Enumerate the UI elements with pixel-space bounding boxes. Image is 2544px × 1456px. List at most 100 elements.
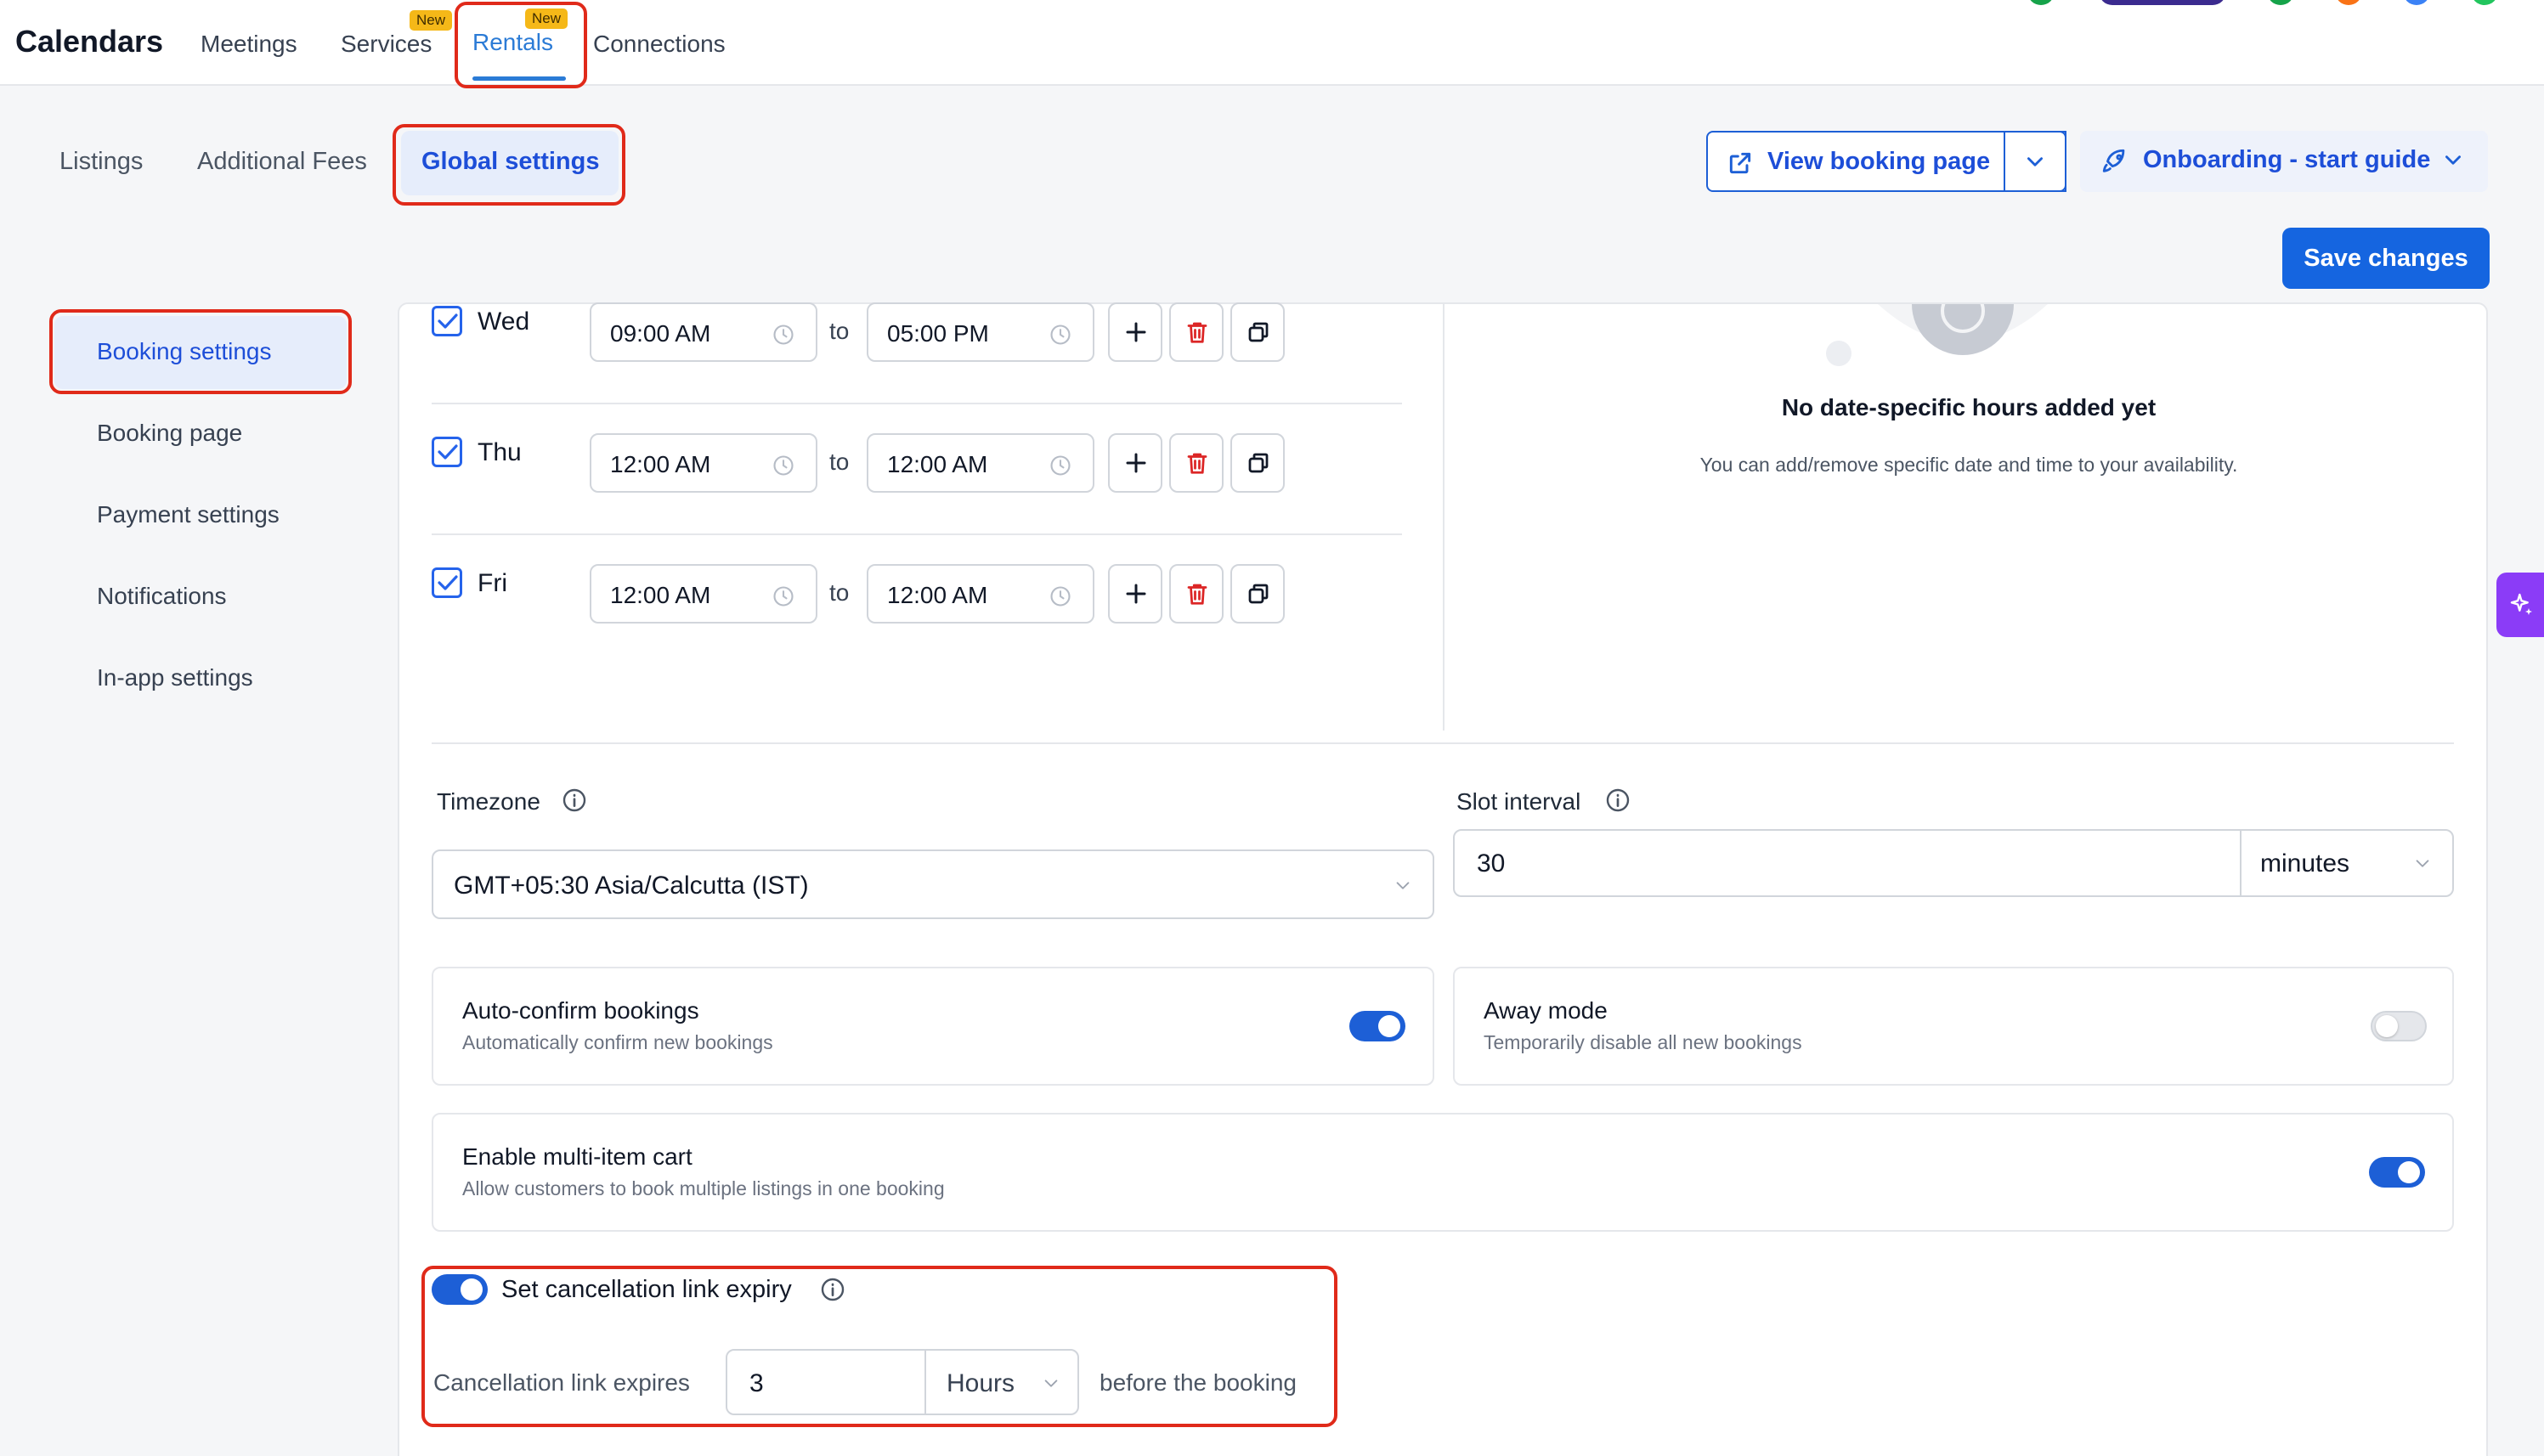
toggle-knob <box>1378 1015 1400 1037</box>
avatar[interactable] <box>2335 0 2362 5</box>
onboarding-guide-button[interactable]: Onboarding - start guide <box>2080 131 2488 192</box>
add-time-slot-button[interactable] <box>1108 433 1162 493</box>
onboarding-guide-label: Onboarding - start guide <box>2143 146 2431 173</box>
end-time-input-thu[interactable]: 12:00 AM <box>867 433 1094 493</box>
info-icon[interactable] <box>561 787 588 814</box>
timezone-value: GMT+05:30 Asia/Calcutta (IST) <box>454 872 809 900</box>
away-mode-card: Away mode Temporarily disable all new bo… <box>1453 967 2454 1086</box>
sidebar-item-notifications[interactable]: Notifications <box>97 583 227 610</box>
sidebar-item-in-app-settings[interactable]: In-app settings <box>97 664 253 691</box>
copy-time-slot-button[interactable] <box>1230 564 1285 624</box>
clock-icon <box>1050 324 1071 345</box>
calendar-empty-illustration <box>1826 304 2048 366</box>
copy-icon <box>1248 322 1269 342</box>
copy-time-slot-button[interactable] <box>1230 433 1285 493</box>
delete-time-slot-button[interactable] <box>1169 302 1224 362</box>
multi-item-cart-card: Enable multi-item cart Allow customers t… <box>432 1113 2454 1232</box>
sidebar-item-booking-page[interactable]: Booking page <box>97 420 242 447</box>
slot-interval-unit-select[interactable]: minutes <box>2240 829 2454 897</box>
to-label: to <box>829 449 850 475</box>
chevron-down-icon <box>2445 155 2461 165</box>
day-checkbox-thu[interactable] <box>432 437 462 467</box>
highlight-box <box>421 1266 1337 1427</box>
day-label-wed: Wed <box>478 308 530 336</box>
copy-time-slot-button[interactable] <box>1230 302 1285 362</box>
avatar[interactable] <box>2403 0 2430 5</box>
trash-icon <box>1187 453 1207 474</box>
clock-icon <box>773 455 794 476</box>
avatar[interactable] <box>2471 0 2498 5</box>
away-mode-toggle[interactable] <box>2371 1011 2427 1041</box>
external-link-icon <box>1729 152 1751 174</box>
avatar[interactable] <box>2267 0 2294 5</box>
chevron-down-icon <box>2027 157 2043 166</box>
view-booking-page-label: View booking page <box>1767 148 1991 175</box>
ai-assistant-button[interactable] <box>2496 573 2544 637</box>
trash-icon <box>1187 584 1207 605</box>
add-time-slot-button[interactable] <box>1108 302 1162 362</box>
clock-icon <box>1050 586 1071 607</box>
start-time-input-fri[interactable]: 12:00 AM <box>590 564 817 624</box>
row-divider <box>432 403 1402 404</box>
end-time-input-wed[interactable]: 05:00 PM <box>867 302 1094 362</box>
start-time-input-wed[interactable]: 09:00 AM <box>590 302 817 362</box>
day-label-fri: Fri <box>478 569 507 597</box>
highlight-box <box>49 309 352 394</box>
clock-icon <box>773 324 794 345</box>
tab-listings[interactable]: Listings <box>59 148 143 176</box>
top-navigation-bar: Calendars Meetings Services New Rentals … <box>0 0 2544 86</box>
day-checkbox-wed[interactable] <box>432 306 462 336</box>
add-time-slot-button[interactable] <box>1108 564 1162 624</box>
avatar[interactable] <box>2027 0 2055 5</box>
plus-icon <box>1126 584 1146 604</box>
start-time-value: 12:00 AM <box>610 582 711 608</box>
slot-interval-unit: minutes <box>2260 849 2350 878</box>
view-booking-dropdown-button[interactable] <box>2004 131 2066 192</box>
toggle-knob <box>2398 1161 2420 1183</box>
nav-meetings[interactable]: Meetings <box>201 31 297 58</box>
away-mode-description: Temporarily disable all new bookings <box>1484 1031 1802 1053</box>
check-icon <box>438 575 458 590</box>
start-time-input-thu[interactable]: 12:00 AM <box>590 433 817 493</box>
section-divider <box>1443 304 1444 731</box>
auto-confirm-toggle[interactable] <box>1349 1011 1405 1041</box>
clock-icon <box>773 586 794 607</box>
info-icon[interactable] <box>1604 787 1631 814</box>
day-checkbox-fri[interactable] <box>432 567 462 598</box>
plus-icon <box>1126 453 1146 473</box>
multi-item-cart-toggle[interactable] <box>2369 1157 2425 1188</box>
to-label: to <box>829 579 850 606</box>
timezone-label: Timezone <box>437 788 540 815</box>
app-title: Calendars <box>15 24 164 59</box>
away-mode-title: Away mode <box>1484 997 1608 1024</box>
delete-time-slot-button[interactable] <box>1169 564 1224 624</box>
slot-interval-value: 30 <box>1477 849 1506 878</box>
timezone-select[interactable]: GMT+05:30 Asia/Calcutta (IST) <box>432 849 1434 919</box>
copy-icon <box>1248 453 1269 473</box>
day-label-thu: Thu <box>478 438 522 466</box>
copy-icon <box>1248 584 1269 604</box>
multi-item-cart-description: Allow customers to book multiple listing… <box>462 1177 945 1199</box>
check-icon <box>438 313 458 329</box>
multi-item-cart-title: Enable multi-item cart <box>462 1143 693 1170</box>
section-divider <box>432 742 2454 744</box>
end-time-value: 05:00 PM <box>887 320 989 347</box>
rocket-icon <box>2102 149 2125 172</box>
slot-interval-input[interactable]: 30 <box>1453 829 2243 897</box>
highlight-box <box>393 124 625 206</box>
sidebar-item-payment-settings[interactable]: Payment settings <box>97 501 280 528</box>
tab-additional-fees[interactable]: Additional Fees <box>197 148 367 176</box>
chevron-down-icon <box>1396 882 1410 889</box>
nav-connections[interactable]: Connections <box>593 31 726 58</box>
new-badge: New <box>410 10 453 31</box>
empty-state-description: You can add/remove specific date and tim… <box>1699 454 2238 476</box>
nav-services[interactable]: Services <box>341 31 432 58</box>
save-changes-button[interactable]: Save changes <box>2282 228 2490 289</box>
clock-icon <box>1050 455 1071 476</box>
delete-time-slot-button[interactable] <box>1169 433 1224 493</box>
check-icon <box>438 444 458 460</box>
end-time-input-fri[interactable]: 12:00 AM <box>867 564 1094 624</box>
to-label: to <box>829 318 850 344</box>
toggle-knob <box>2376 1015 2398 1037</box>
account-pill[interactable] <box>2099 0 2226 5</box>
